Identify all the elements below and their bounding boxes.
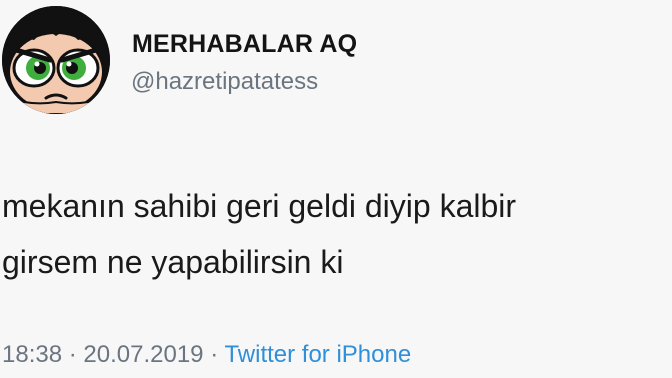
tweet-text: mekanın sahibi geri geldi diyip kalbir g… bbox=[2, 178, 672, 290]
tweet-meta: 18:38 · 20.07.2019 · Twitter for iPhone bbox=[2, 341, 411, 369]
tweet-card: MERHABALAR AQ @hazretipatatess mekanın s… bbox=[0, 0, 672, 378]
tweet-time[interactable]: 18:38 bbox=[2, 341, 62, 368]
tweet-text-line: mekanın sahibi geri geldi diyip kalbir bbox=[2, 188, 517, 224]
user-handle[interactable]: @hazretipatatess bbox=[131, 68, 318, 96]
tweet-text-line: girsem ne yapabilirsin ki bbox=[2, 244, 344, 280]
buttercup-avatar-icon bbox=[2, 6, 110, 114]
tweet-date[interactable]: 20.07.2019 bbox=[83, 341, 203, 368]
tweet-source-link[interactable]: Twitter for iPhone bbox=[224, 341, 411, 368]
display-name[interactable]: MERHABALAR AQ bbox=[132, 30, 357, 59]
profile-avatar[interactable] bbox=[2, 6, 110, 114]
meta-separator: · bbox=[68, 341, 77, 368]
meta-separator: · bbox=[210, 341, 219, 368]
